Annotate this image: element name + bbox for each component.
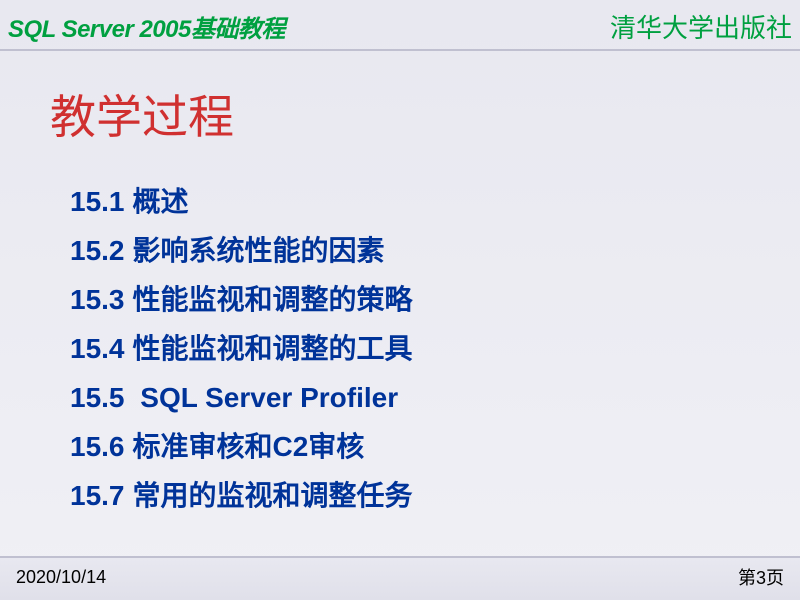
section-label: 标准审核和C2审核 bbox=[133, 431, 365, 462]
course-title: SQL Server 2005基础教程 bbox=[8, 9, 285, 44]
section-label: 常用的监视和调整任务 bbox=[133, 480, 413, 511]
slide-footer: 2020/10/14 第3页 bbox=[0, 556, 800, 600]
section-number: 15.3 bbox=[70, 284, 125, 315]
section-number: 15.4 bbox=[70, 333, 125, 364]
toc-item: 15.4 性能监视和调整的工具 bbox=[70, 324, 750, 373]
toc-item: 15.1 概述 bbox=[70, 177, 750, 226]
section-label: 影响系统性能的因素 bbox=[133, 235, 385, 266]
toc-item: 15.3 性能监视和调整的策略 bbox=[70, 275, 750, 324]
footer-date: 2020/10/14 bbox=[16, 567, 106, 588]
section-number: 15.6 bbox=[70, 431, 125, 462]
slide-content: 教学过程 15.1 概述 15.2 影响系统性能的因素 15.3 性能监视和调整的策略… bbox=[0, 51, 800, 540]
publisher: 清华大学出版社 bbox=[610, 8, 792, 45]
footer-page-number: 第3页 bbox=[738, 564, 784, 590]
slide-header: SQL Server 2005基础教程 清华大学出版社 bbox=[0, 0, 800, 51]
section-label: SQL Server Profiler bbox=[133, 382, 399, 413]
toc-item: 15.5 SQL Server Profiler bbox=[70, 373, 750, 422]
toc-item: 15.6 标准审核和C2审核 bbox=[70, 422, 750, 471]
toc-item: 15.7 常用的监视和调整任务 bbox=[70, 471, 750, 520]
section-label: 性能监视和调整的工具 bbox=[133, 333, 413, 364]
table-of-contents: 15.1 概述 15.2 影响系统性能的因素 15.3 性能监视和调整的策略 15.4… bbox=[50, 177, 750, 520]
section-number: 15.7 bbox=[70, 480, 125, 511]
section-number: 15.5 bbox=[70, 382, 125, 413]
section-number: 15.1 bbox=[70, 186, 125, 217]
slide-title: 教学过程 bbox=[50, 81, 750, 147]
section-label: 性能监视和调整的策略 bbox=[133, 284, 413, 315]
toc-item: 15.2 影响系统性能的因素 bbox=[70, 226, 750, 275]
section-number: 15.2 bbox=[70, 235, 125, 266]
section-label: 概述 bbox=[133, 186, 189, 217]
